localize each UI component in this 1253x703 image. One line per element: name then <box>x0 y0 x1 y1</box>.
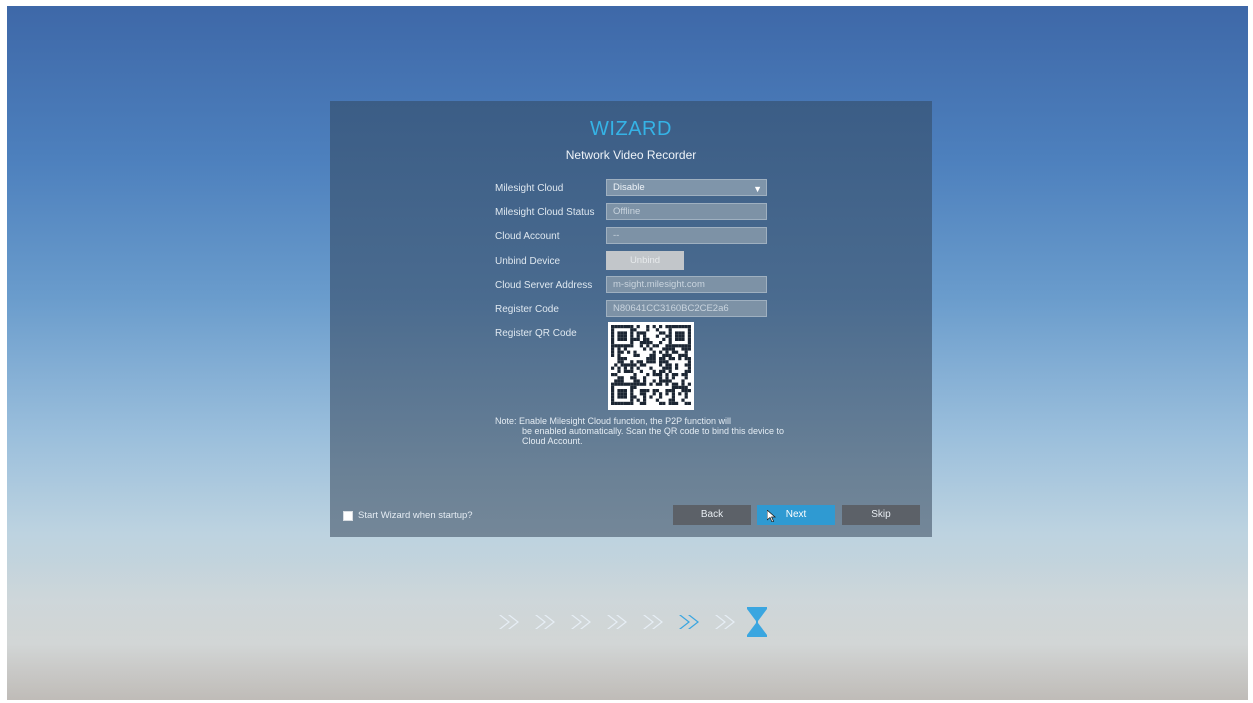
milesight-cloud-label: Milesight Cloud <box>495 183 564 194</box>
cloud-status-label: Milesight Cloud Status <box>495 207 595 218</box>
progress-hourglass-icon <box>747 607 767 637</box>
wizard-progress-indicator <box>493 604 769 640</box>
dropdown-arrow-icon: ▼ <box>753 184 762 194</box>
cloud-account-field: -- <box>606 227 767 244</box>
register-code-label: Register Code <box>495 304 559 315</box>
start-wizard-checkbox-row[interactable]: Start Wizard when startup? <box>343 510 473 521</box>
wizard-title: WIZARD <box>590 118 672 140</box>
cloud-status-field: Offline <box>606 203 767 220</box>
skip-button[interactable]: Skip <box>842 505 920 525</box>
wizard-dialog: WIZARD Network Video Recorder Milesight … <box>330 101 932 537</box>
progress-step-5-chevron-icon <box>643 615 663 629</box>
start-wizard-checkbox[interactable] <box>343 510 353 521</box>
cloud-server-address-field: m-sight.milesight.com <box>606 276 767 293</box>
register-qr-code <box>608 322 694 410</box>
progress-step-6-chevron-icon <box>679 615 699 629</box>
back-button[interactable]: Back <box>673 505 751 525</box>
qr-code-image <box>611 325 691 405</box>
register-code-field: N80641CC3160BC2CE2a6 <box>606 300 767 317</box>
mouse-cursor-icon <box>767 510 777 522</box>
register-qr-label: Register QR Code <box>495 328 577 339</box>
progress-step-4-chevron-icon <box>607 615 627 629</box>
progress-step-3-chevron-icon <box>571 615 591 629</box>
progress-step-1-chevron-icon <box>499 615 519 629</box>
milesight-cloud-value: Disable <box>613 182 645 193</box>
note-line-2: be enabled automatically. Scan the QR co… <box>522 426 784 446</box>
unbind-device-label: Unbind Device <box>495 256 561 267</box>
wizard-subtitle: Network Video Recorder <box>565 148 697 162</box>
cloud-note: Note: Enable Milesight Cloud function, t… <box>495 416 785 446</box>
cloud-server-address-label: Cloud Server Address <box>495 280 593 291</box>
start-wizard-label: Start Wizard when startup? <box>358 510 473 521</box>
unbind-button[interactable]: Unbind <box>606 251 684 270</box>
cloud-account-label: Cloud Account <box>495 231 560 242</box>
note-line-1: Note: Enable Milesight Cloud function, t… <box>495 416 731 426</box>
progress-step-2-chevron-icon <box>535 615 555 629</box>
milesight-cloud-select[interactable]: Disable ▼ <box>606 179 767 196</box>
progress-step-7-chevron-icon <box>715 615 735 629</box>
